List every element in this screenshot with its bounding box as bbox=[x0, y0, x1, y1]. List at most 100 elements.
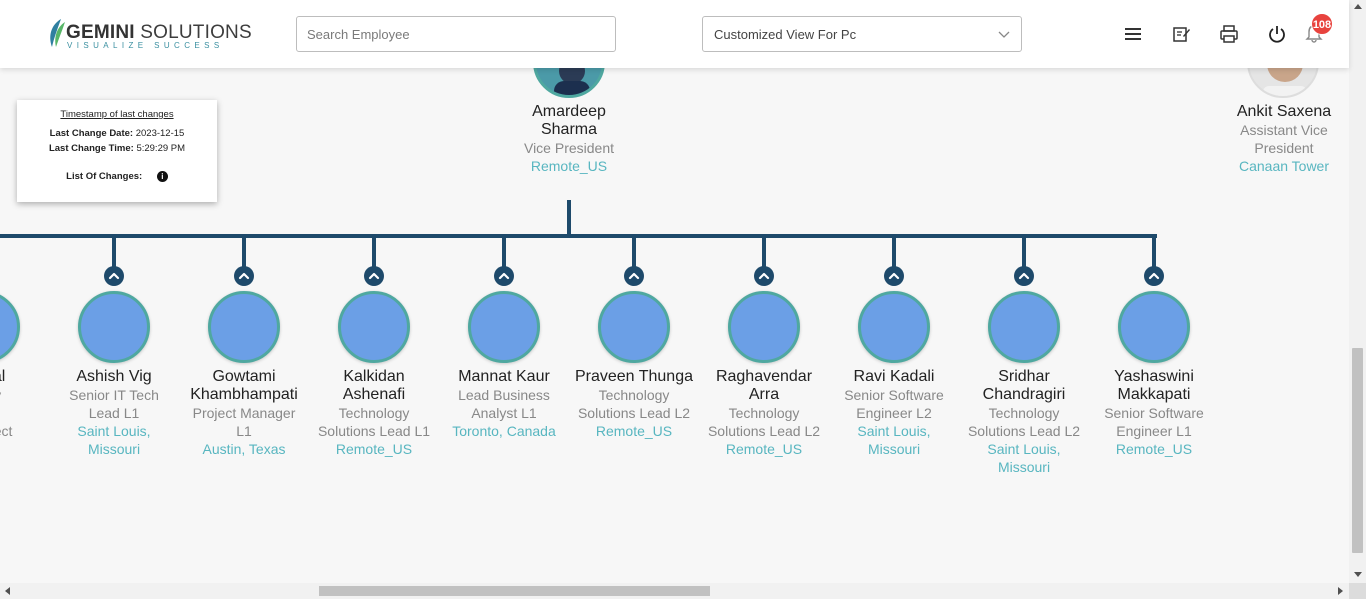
collapse-toggle-button[interactable] bbox=[884, 266, 904, 286]
vertical-scroll-thumb[interactable] bbox=[1352, 348, 1363, 553]
notification-badge: 108 bbox=[1311, 13, 1333, 35]
info-icon[interactable]: i bbox=[156, 171, 168, 182]
employee-name: Khambhampati bbox=[190, 386, 298, 403]
employee-location: Remote_US bbox=[1115, 441, 1193, 457]
employee-node[interactable]: Kalkidan Ashenafi Technology Solutions Lead… bbox=[309, 368, 439, 458]
changes-panel: Timestamp of last changes Last Change Da… bbox=[17, 100, 217, 202]
employee-avatar[interactable] bbox=[78, 291, 150, 363]
collapse-toggle-button[interactable] bbox=[364, 266, 384, 286]
employee-title: Project Manager bbox=[192, 405, 296, 421]
chevron-up-icon bbox=[758, 272, 770, 280]
employee-node[interactable]: Yashaswini Makkapati Senior Software Engine… bbox=[1089, 368, 1219, 458]
chevron-up-icon bbox=[1148, 272, 1160, 280]
employee-name: Yashaswini bbox=[1114, 368, 1194, 385]
employee-node[interactable]: Ravi Kadali Senior Software Engineer L2 Sai… bbox=[829, 368, 959, 458]
employee-title: Senior Software bbox=[844, 387, 944, 403]
employee-location: Toronto, Canada bbox=[452, 423, 556, 439]
employee-title: ...ogy bbox=[0, 386, 49, 404]
employee-avatar[interactable] bbox=[858, 291, 930, 363]
employee-name: Praveen Thunga bbox=[574, 368, 693, 385]
employee-location: Missouri bbox=[867, 441, 921, 457]
employee-location: ...uis, bbox=[0, 440, 49, 458]
employee-avatar[interactable] bbox=[338, 291, 410, 363]
hamburger-menu-icon[interactable] bbox=[1123, 24, 1143, 44]
view-select[interactable]: Customized View For Pc bbox=[702, 16, 1022, 52]
employee-name: Ashish Vig bbox=[76, 368, 152, 385]
employee-title: Solutions Lead L2 bbox=[967, 423, 1081, 439]
node-title: President bbox=[1254, 140, 1314, 156]
chevron-up-icon bbox=[238, 272, 250, 280]
scroll-down-arrow[interactable] bbox=[1354, 572, 1362, 577]
employee-node[interactable]: Sridhar Chandragiri Technology Solutions Le… bbox=[959, 368, 1089, 476]
employee-name: Ashenafi bbox=[342, 386, 406, 403]
employee-node[interactable]: Gowtami Khambhampati Project Manager L1 Aust… bbox=[179, 368, 309, 458]
employee-node[interactable]: Ashish Vig Senior IT Tech Lead L1 Saint Lou… bbox=[49, 368, 179, 458]
collapse-toggle-button[interactable] bbox=[754, 266, 774, 286]
collapse-toggle-button[interactable] bbox=[234, 266, 254, 286]
employee-location: Saint Louis, bbox=[987, 441, 1061, 457]
employee-title: Technology bbox=[338, 405, 410, 421]
employee-title: Senior IT Tech bbox=[69, 387, 159, 403]
collapse-toggle-button[interactable] bbox=[1144, 266, 1164, 286]
employee-title: Technology bbox=[728, 405, 800, 421]
app-header: GEMINI SOLUTIONS VISUALIZE SUCCESS Custo… bbox=[0, 0, 1349, 68]
employee-title: Technology bbox=[598, 387, 670, 403]
employee-name: Raghavendar bbox=[715, 368, 813, 385]
company-logo[interactable]: GEMINI SOLUTIONS VISUALIZE SUCCESS bbox=[47, 18, 252, 52]
employee-avatar[interactable] bbox=[1118, 291, 1190, 363]
node-name: Amardeep bbox=[532, 103, 606, 120]
node-location: Canaan Tower bbox=[1238, 158, 1330, 174]
node-location: Remote_US bbox=[530, 158, 608, 174]
employee-avatar[interactable] bbox=[598, 291, 670, 363]
scroll-left-arrow[interactable] bbox=[5, 587, 10, 595]
collapse-toggle-button[interactable] bbox=[1014, 266, 1034, 286]
employee-name: ...rwal bbox=[0, 368, 6, 385]
edit-note-icon[interactable] bbox=[1171, 24, 1191, 44]
employee-location: Saint Louis, bbox=[857, 423, 931, 439]
node-amardeep-sharma[interactable]: Amardeep Sharma Vice President Remote_US bbox=[504, 103, 634, 175]
node-ankit-saxena[interactable]: Ankit Saxena Assistant Vice President Ca… bbox=[1219, 103, 1349, 175]
chevron-up-icon bbox=[108, 272, 120, 280]
printer-icon[interactable] bbox=[1219, 24, 1239, 44]
changes-panel-title: Timestamp of last changes bbox=[60, 109, 174, 120]
employee-avatar[interactable] bbox=[468, 291, 540, 363]
collapse-toggle-button[interactable] bbox=[624, 266, 644, 286]
employee-node[interactable]: ...rwal...ogy...ns...rchitect...uis,...r… bbox=[0, 368, 49, 476]
view-select-value: Customized View For Pc bbox=[714, 27, 857, 42]
employee-location: Missouri bbox=[87, 441, 141, 457]
employee-title: Analyst L1 bbox=[471, 405, 537, 421]
employee-name: Mannat Kaur bbox=[458, 368, 550, 385]
employee-avatar[interactable] bbox=[208, 291, 280, 363]
chevron-up-icon bbox=[1018, 272, 1030, 280]
employee-title: Lead L1 bbox=[88, 405, 140, 421]
list-of-changes: List Of Changes: i bbox=[17, 171, 217, 182]
employee-name: Makkapati bbox=[1117, 386, 1191, 403]
employee-node[interactable]: Raghavendar Arra Technology Solutions Lead … bbox=[699, 368, 829, 458]
vertical-scrollbar[interactable] bbox=[1349, 0, 1366, 583]
horizontal-scrollbar[interactable] bbox=[0, 583, 1349, 599]
employee-title: L1 bbox=[236, 423, 252, 439]
collapse-toggle-button[interactable] bbox=[494, 266, 514, 286]
node-name: Ankit Saxena bbox=[1236, 103, 1332, 120]
employee-avatar[interactable] bbox=[988, 291, 1060, 363]
power-icon[interactable] bbox=[1267, 24, 1287, 44]
employee-title: Engineer L1 bbox=[1116, 423, 1192, 439]
node-name: Sharma bbox=[540, 121, 598, 138]
search-employee-input[interactable] bbox=[296, 16, 616, 52]
employee-location: ...ri bbox=[0, 458, 49, 476]
employee-title: Solutions Lead L1 bbox=[317, 423, 431, 439]
scroll-right-arrow[interactable] bbox=[1338, 587, 1343, 595]
last-change-time: Last Change Time: 5:29:29 PM bbox=[48, 143, 186, 154]
horizontal-scroll-thumb[interactable] bbox=[319, 586, 710, 596]
employee-name: Sridhar bbox=[998, 368, 1050, 385]
employee-node[interactable]: Mannat Kaur Lead Business Analyst L1 Toront… bbox=[439, 368, 569, 440]
employee-location: Remote_US bbox=[595, 423, 673, 439]
employee-name: Ravi Kadali bbox=[853, 368, 935, 385]
employee-location: Remote_US bbox=[335, 441, 413, 457]
scrollbar-corner bbox=[1349, 583, 1366, 599]
employee-avatar[interactable] bbox=[728, 291, 800, 363]
employee-node[interactable]: Praveen Thunga Technology Solutions Lead L… bbox=[569, 368, 699, 440]
scroll-up-arrow[interactable] bbox=[1354, 4, 1362, 9]
collapse-toggle-button[interactable] bbox=[104, 266, 124, 286]
employee-title: Technology bbox=[988, 405, 1060, 421]
